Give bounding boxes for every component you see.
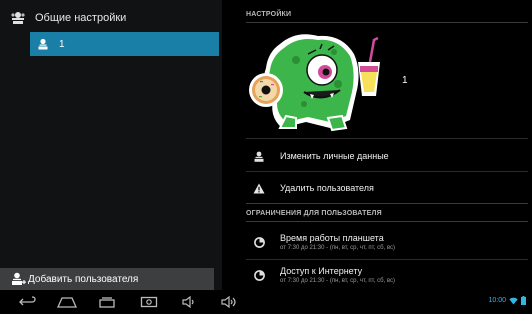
system-nav-bar: 10:00 [0, 290, 532, 314]
internet-access-subtitle: от 7:30 до 21:30 - (пн, вт, ср, чт, пт, … [280, 278, 395, 284]
user-icon [38, 38, 48, 50]
clock-icon [252, 268, 266, 282]
edit-user-icon [252, 149, 266, 163]
clock-icon [252, 235, 266, 249]
user-list-item-selected[interactable]: 1 [30, 32, 219, 56]
user-list-item-label: 1 [59, 38, 65, 50]
volume-down-icon [182, 296, 194, 308]
settings-section-title: НАСТРОЙКИ [246, 11, 292, 18]
recents-button[interactable] [97, 294, 117, 310]
wifi-icon [509, 297, 518, 304]
battery-icon [521, 296, 526, 305]
internet-access-item[interactable]: Доступ к Интернету от 7:30 до 21:30 - (п… [246, 258, 528, 292]
tablet-time-limit-item[interactable]: Время работы планшета от 7:30 до 21:30 -… [246, 225, 528, 259]
volume-down-button[interactable] [181, 294, 199, 310]
edit-personal-data-label: Изменить личные данные [280, 151, 389, 161]
back-icon [19, 296, 36, 306]
section-divider [246, 22, 528, 23]
row-divider [246, 171, 528, 172]
screenshot-button[interactable] [139, 294, 159, 310]
user-details-panel: НАСТРОЙКИ 1 Изменить личные данные Удали… [232, 0, 532, 290]
add-user-button[interactable]: Добавить пользователя [0, 268, 214, 290]
add-user-label: Добавить пользователя [28, 273, 139, 285]
edit-personal-data-item[interactable]: Изменить личные данные [246, 142, 528, 170]
section-divider [246, 221, 528, 222]
users-settings-icon [11, 12, 25, 24]
delete-user-item[interactable]: Удалить пользователя [246, 174, 528, 202]
recents-icon [99, 297, 115, 308]
status-area[interactable]: 10:00 [488, 296, 526, 305]
delete-user-label: Удалить пользователя [280, 183, 374, 193]
profile-avatar[interactable] [246, 24, 382, 136]
tablet-time-limit-subtitle: от 7:30 до 21:30 - (пн, вт, ср, чт, пт, … [280, 245, 395, 251]
volume-up-button[interactable] [220, 294, 240, 310]
general-settings-label: Общие настройки [35, 12, 127, 24]
tablet-time-limit-title: Время работы планшета [280, 233, 384, 243]
section-divider [246, 203, 528, 204]
internet-access-title: Доступ к Интернету [280, 266, 363, 276]
warning-icon [252, 181, 266, 195]
add-user-icon [12, 272, 26, 285]
restrictions-section-title: ОГРАНИЧЕНИЯ ДЛЯ ПОЛЬЗОВАТЕЛЯ [246, 210, 382, 217]
home-button[interactable] [55, 294, 79, 310]
panel-divider [222, 0, 232, 290]
row-divider [246, 138, 528, 139]
volume-up-icon [221, 296, 236, 308]
back-button[interactable] [18, 294, 38, 310]
home-icon [56, 297, 78, 308]
general-settings-item[interactable]: Общие настройки [10, 8, 210, 28]
screenshot-icon [140, 296, 158, 308]
status-time: 10:00 [488, 297, 506, 304]
users-sidebar: Общие настройки 1 Добавить пользователя [0, 0, 222, 290]
profile-name: 1 [402, 75, 408, 86]
